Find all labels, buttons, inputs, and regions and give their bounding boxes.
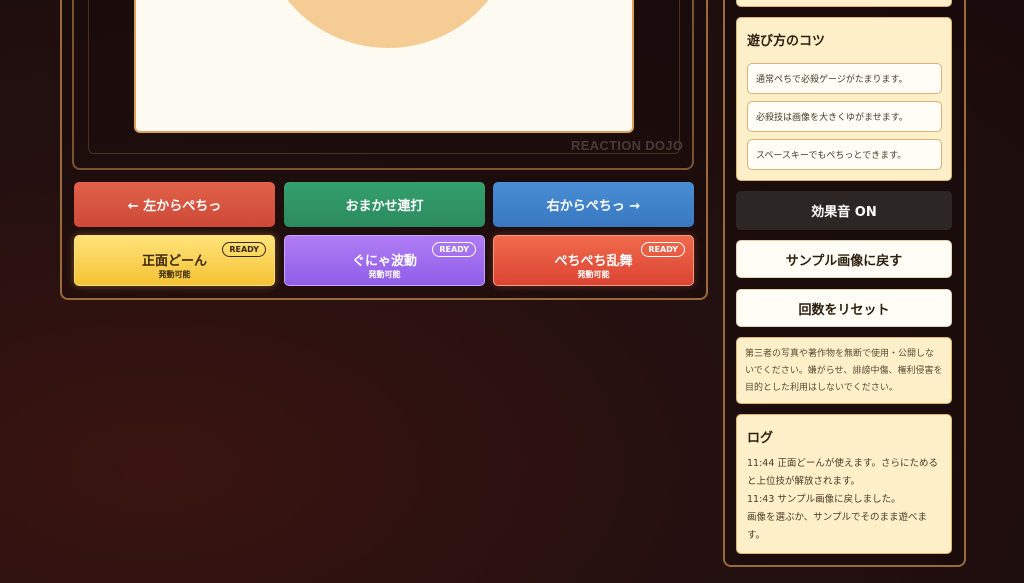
log-heading: ログ xyxy=(747,431,774,446)
face-shape xyxy=(287,0,489,48)
log-entry: 11:44 正面どーんが使えます。さらにためると上位技が解放されます。 xyxy=(747,458,938,487)
sample-face-image xyxy=(287,0,489,48)
skill-status: 発動可能 xyxy=(158,270,191,279)
log-list: 11:44 正面どーんが使えます。さらにためると上位技が解放されます。 11:4… xyxy=(747,455,945,545)
skill-status: 発動可能 xyxy=(368,270,401,279)
tips-card: 遊び方のコツ 通常ぺちで必殺ゲージがたまります。 必殺技は画像を大きくゆがませま… xyxy=(736,17,952,181)
tip-item: スペースキーでもぺちっとできます。 xyxy=(747,139,942,170)
usage-notice: 第三者の写真や著作物を無断で使用・公開しないでください。嫌がらせ、誹謗中傷、権利… xyxy=(736,337,952,404)
tips-heading: 遊び方のコツ xyxy=(747,34,826,49)
sound-toggle-button[interactable]: 効果音 ON xyxy=(736,191,952,230)
skill-title: 正面どーん xyxy=(141,254,207,269)
sidebar-card-partial xyxy=(736,0,952,7)
watermark-text: REACTION DOJO xyxy=(571,138,684,153)
slap-left-button[interactable]: ← 左からぺちっ xyxy=(74,182,275,227)
auto-combo-button[interactable]: おまかせ連打 xyxy=(284,182,485,227)
skill-title: ぺちぺち乱舞 xyxy=(554,254,633,269)
skill-front-button[interactable]: READY 正面どーん 発動可能 xyxy=(74,235,275,286)
skill-title: ぐにゃ波動 xyxy=(351,254,417,269)
log-entry: 11:43 サンプル画像に戻しました。 xyxy=(747,494,901,505)
log-entry: 画像を選ぶか、サンプルでそのまま遊べます。 xyxy=(747,512,928,541)
skill-wave-button[interactable]: READY ぐにゃ波動 発動可能 xyxy=(284,235,485,286)
restore-sample-button[interactable]: サンプル画像に戻す xyxy=(736,240,952,278)
slap-right-button[interactable]: 右からぺちっ → xyxy=(493,182,694,227)
skill-barrage-button[interactable]: READY ぺちぺち乱舞 発動可能 xyxy=(493,235,694,286)
log-card: ログ 11:44 正面どーんが使えます。さらにためると上位技が解放されます。 1… xyxy=(736,414,952,554)
reset-count-button[interactable]: 回数をリセット xyxy=(736,289,952,327)
tip-item: 通常ぺちで必殺ゲージがたまります。 xyxy=(747,63,942,94)
skill-status: 発動可能 xyxy=(577,270,610,279)
tip-item: 必殺技は画像を大きくゆがませます。 xyxy=(747,101,942,132)
image-canvas[interactable] xyxy=(134,0,634,133)
